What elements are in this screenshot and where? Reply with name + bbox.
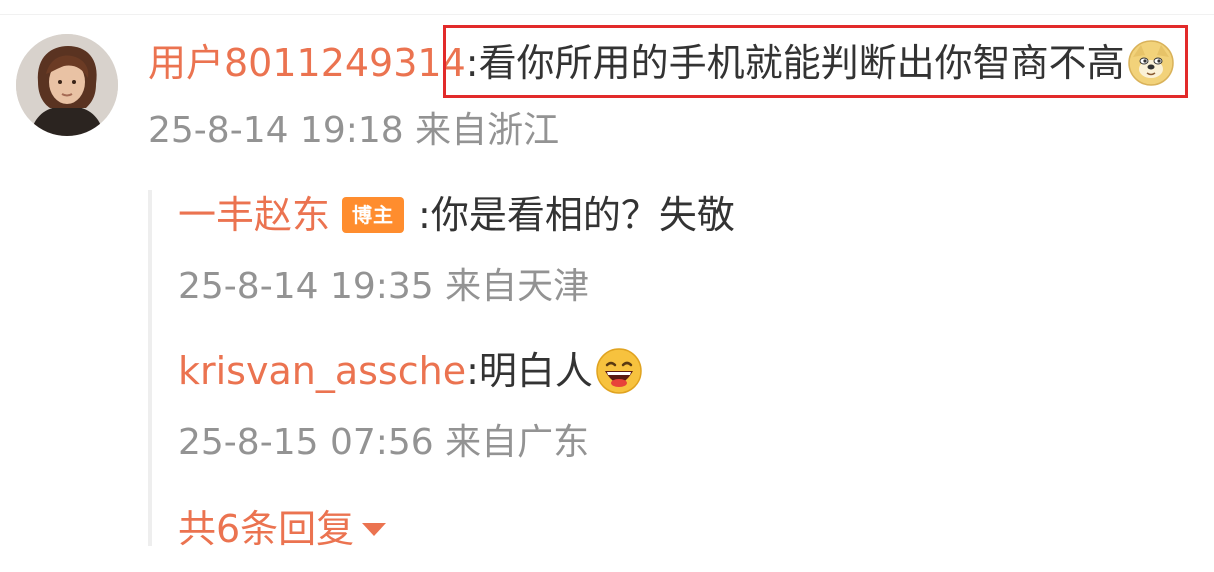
highlight-box: [443, 25, 1188, 98]
reply-item: 一丰赵东 博主 :你是看相的？失敬: [178, 190, 735, 240]
reply-username-link[interactable]: krisvan_assche: [178, 352, 466, 390]
reply-item: krisvan_assche :明白人: [178, 346, 643, 396]
caret-down-icon: [362, 522, 387, 536]
top-divider: [0, 14, 1214, 15]
comment-meta: 25-8-14 19:18 来自浙江: [148, 110, 560, 151]
reply-meta: 25-8-14 19:35 来自天津: [178, 266, 590, 307]
reply-text: :明白人: [466, 349, 593, 393]
reply-text: :你是看相的？失敬: [418, 193, 735, 237]
reply-thread: 一丰赵东 博主 :你是看相的？失敬 25-8-14 19:35 来自天津 kri…: [148, 190, 1202, 548]
avatar[interactable]: [16, 34, 118, 136]
more-replies-link[interactable]: 共6条回复: [178, 504, 387, 554]
reply-username-link[interactable]: 一丰赵东: [178, 196, 330, 234]
more-replies-label: 共6条回复: [178, 507, 355, 551]
avatar-portrait-icon: [16, 34, 118, 136]
laughing-emoji-icon: [596, 348, 642, 394]
comment-username-link[interactable]: 用户8011249314: [148, 44, 466, 82]
reply-meta: 25-8-15 07:56 来自广东: [178, 422, 590, 463]
author-badge: 博主: [342, 197, 405, 233]
